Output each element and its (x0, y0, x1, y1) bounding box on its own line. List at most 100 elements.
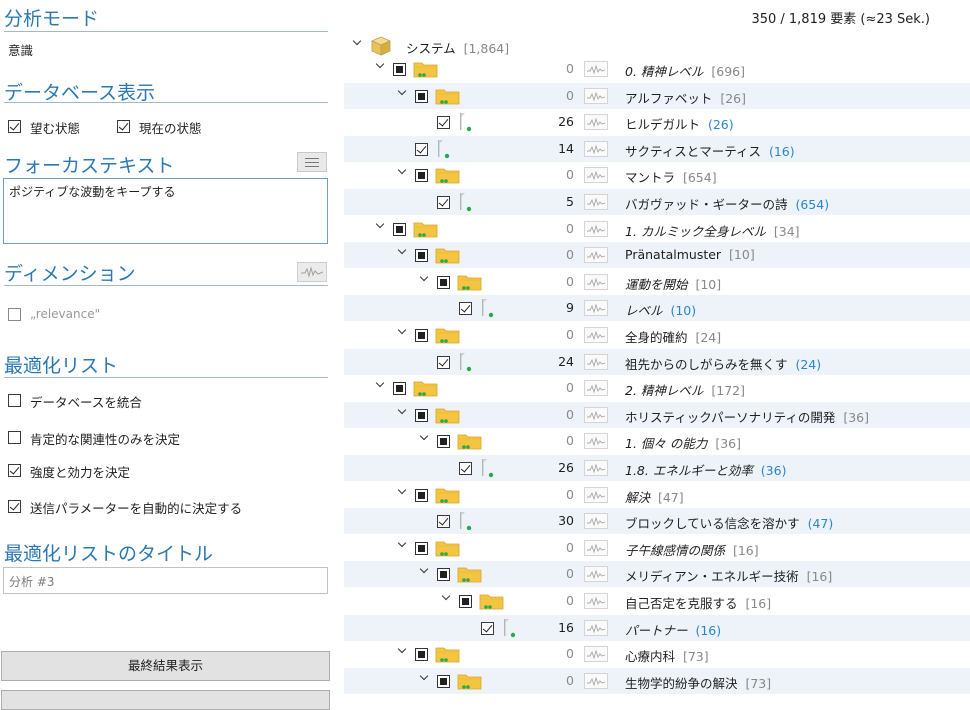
partial-checkbox[interactable] (415, 488, 428, 502)
waveform-button[interactable] (297, 262, 327, 282)
tree-leaf-row[interactable]: 30 ブロックしている信念を溶かす (47) (344, 508, 970, 535)
chevron-down-icon[interactable] (397, 407, 408, 418)
item-checkbox[interactable] (481, 621, 494, 635)
tree-folder-row[interactable]: 0 子午線感情の関係 [16] (344, 535, 970, 561)
tree-folder-row[interactable]: 0 Pränatalmuster [10] (344, 242, 970, 269)
waveform-icon[interactable] (584, 646, 608, 663)
waveform-icon[interactable] (584, 273, 608, 290)
tree-folder-row[interactable]: 0 心療内科 [73] (344, 641, 970, 667)
positive-only-checkbox[interactable] (8, 431, 21, 444)
chevron-down-icon[interactable] (397, 88, 408, 99)
strength-checkbox[interactable] (8, 464, 21, 477)
partial-checkbox[interactable] (415, 408, 428, 422)
partial-checkbox[interactable] (415, 329, 428, 342)
partial-checkbox[interactable] (415, 169, 428, 183)
tree-folder-row[interactable]: 0 解決 [47] (344, 482, 970, 508)
tree-leaf-row[interactable]: 24 祖先からのしがらみを無くす (24) (344, 348, 970, 375)
final-result-button[interactable]: 最終結果表示 (1, 651, 330, 681)
tree-leaf-row[interactable]: 9 レベル (10) (344, 295, 970, 322)
partial-checkbox[interactable] (415, 249, 428, 263)
auto-params-checkbox[interactable] (8, 500, 21, 513)
chevron-down-icon[interactable] (352, 38, 363, 49)
tree-folder-row[interactable]: 0 生物学的紛争の解決 [73] (344, 667, 970, 694)
tree-folder-row[interactable]: 0 メリディアン・エネルギー技術 [16] (344, 561, 970, 588)
chevron-down-icon[interactable] (397, 487, 408, 498)
item-checkbox[interactable] (459, 462, 472, 475)
tree-folder-row[interactable]: 0 1. カルミック全身レベル [34] (344, 216, 970, 242)
chevron-down-icon[interactable] (397, 247, 408, 258)
partial-checkbox[interactable] (437, 568, 450, 582)
waveform-icon[interactable] (584, 327, 608, 343)
partial-checkbox[interactable] (415, 89, 428, 103)
tree-leaf-row[interactable]: 16 パートナー (16) (344, 614, 970, 641)
waveform-icon[interactable] (584, 566, 608, 583)
item-checkbox[interactable] (437, 116, 450, 130)
item-checkbox[interactable] (437, 196, 450, 209)
tree-folder-row[interactable]: 0 1. 個々 の能力 [36] (344, 428, 970, 454)
relevance-checkbox[interactable] (8, 308, 21, 321)
waveform-icon[interactable] (584, 619, 608, 636)
analysis-mode-value[interactable]: 意識 (8, 40, 33, 59)
waveform-icon[interactable] (584, 593, 608, 609)
waveform-icon[interactable] (584, 672, 608, 689)
partial-checkbox[interactable] (415, 648, 428, 662)
second-button[interactable] (1, 690, 330, 710)
chevron-down-icon[interactable] (397, 327, 408, 338)
focus-text-field[interactable]: ポジティブな波動をキープする (3, 178, 328, 244)
waveform-icon[interactable] (584, 539, 608, 556)
partial-checkbox[interactable] (437, 435, 450, 449)
partial-checkbox[interactable] (415, 541, 428, 555)
waveform-icon[interactable] (584, 194, 608, 210)
chevron-down-icon[interactable] (419, 673, 430, 684)
tree-folder-row[interactable]: 0 ホリスティックパーソナリティの開発 [36] (344, 401, 970, 428)
item-checkbox[interactable] (437, 355, 450, 369)
waveform-icon[interactable] (584, 486, 608, 503)
item-checkbox[interactable] (415, 142, 428, 156)
tree-leaf-row[interactable]: 26 1.8. エネルギーと効率 (36) (344, 455, 970, 481)
tree-root-row[interactable]: システム [1,864] (344, 34, 970, 58)
chevron-down-icon[interactable] (397, 167, 408, 178)
waveform-icon[interactable] (584, 300, 608, 317)
list-view-button[interactable] (297, 152, 327, 172)
waveform-icon[interactable] (584, 513, 608, 530)
chevron-down-icon[interactable] (375, 61, 386, 72)
chevron-down-icon[interactable] (419, 566, 430, 577)
partial-checkbox[interactable] (393, 63, 406, 76)
waveform-icon[interactable] (584, 353, 608, 370)
item-checkbox[interactable] (459, 302, 472, 316)
desired-state-checkbox[interactable] (8, 120, 21, 133)
tree-folder-row[interactable]: 0 全身的確約 [24] (344, 322, 970, 348)
tree-leaf-row[interactable]: 14 サクティスとマーティス (16) (344, 135, 970, 162)
tree-folder-row[interactable]: 0 アルファベット [26] (344, 82, 970, 109)
waveform-icon[interactable] (584, 61, 608, 77)
tree-folder-row[interactable]: 0 運動を開始 [10] (344, 269, 970, 295)
waveform-icon[interactable] (584, 247, 608, 264)
chevron-down-icon[interactable] (397, 646, 408, 657)
tree-folder-row[interactable]: 0 マントラ [654] (344, 162, 970, 188)
waveform-icon[interactable] (584, 87, 608, 104)
merge-db-checkbox[interactable] (8, 394, 21, 407)
tree-leaf-row[interactable]: 26 ヒルデガルト (26) (344, 109, 970, 135)
tree-folder-row[interactable]: 0 0. 精神レベル [696] (344, 56, 970, 82)
waveform-icon[interactable] (584, 406, 608, 423)
tree-leaf-row[interactable]: 5 バガヴァッド・ギーターの詩 (654) (344, 189, 970, 215)
chevron-down-icon[interactable] (419, 274, 430, 285)
partial-checkbox[interactable] (437, 275, 450, 289)
partial-checkbox[interactable] (393, 222, 406, 236)
partial-checkbox[interactable] (437, 674, 450, 688)
chevron-down-icon[interactable] (375, 221, 386, 232)
chevron-down-icon[interactable] (419, 433, 430, 444)
waveform-icon[interactable] (584, 140, 608, 157)
waveform-icon[interactable] (584, 114, 608, 131)
chevron-down-icon[interactable] (397, 540, 408, 551)
chevron-down-icon[interactable] (441, 593, 452, 604)
tree-folder-row[interactable]: 0 自己否定を克服する [16] (344, 588, 970, 614)
waveform-icon[interactable] (584, 460, 608, 476)
tree-folder-row[interactable]: 0 2. 精神レベル [172] (344, 375, 970, 401)
partial-checkbox[interactable] (459, 595, 472, 608)
waveform-icon[interactable] (584, 380, 608, 397)
chevron-down-icon[interactable] (375, 380, 386, 391)
waveform-icon[interactable] (584, 433, 608, 450)
waveform-icon[interactable] (584, 220, 608, 237)
opt-title-input[interactable]: 分析 #3 (3, 567, 328, 594)
